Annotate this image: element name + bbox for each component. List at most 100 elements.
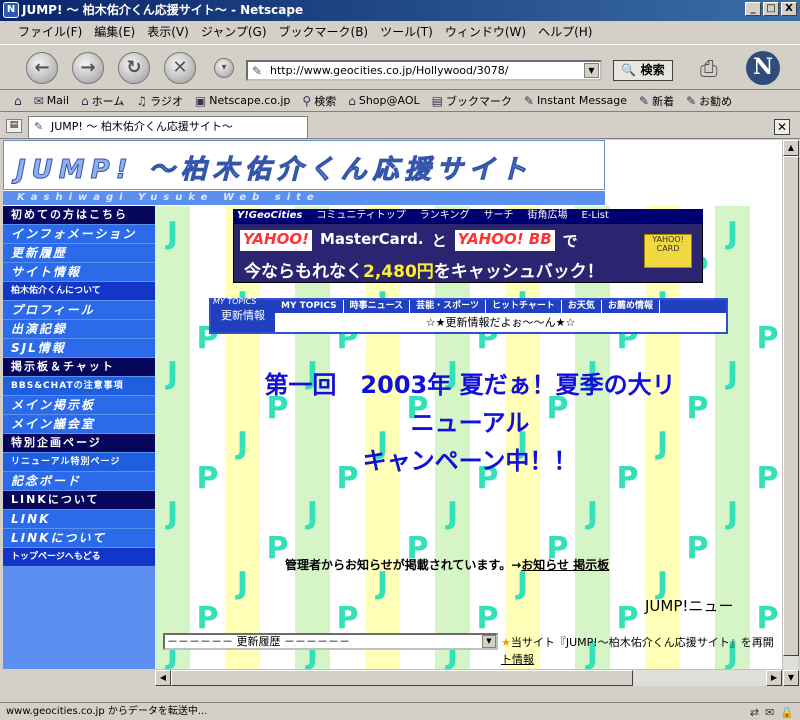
topics-tab[interactable]: ヒットチャート — [486, 300, 562, 313]
menu-file[interactable]: ファイル(F) — [12, 23, 88, 40]
menu-bookmarks[interactable]: ブックマーク(B) — [273, 23, 375, 40]
close-button[interactable]: X — [781, 2, 797, 16]
bookmark-label: ホーム — [91, 94, 125, 108]
menu-help[interactable]: ヘルプ(H) — [532, 23, 598, 40]
web-page: JUMP! 〜柏木佑介くん応援サイト Kashiwagi Yusuke Web … — [3, 140, 782, 669]
topics-tab[interactable]: MY TOPICS — [275, 300, 344, 313]
update-info-text: 当サイト『JUMP!〜柏木佑介くん応援サイト』を再開 — [510, 636, 774, 649]
mail-status-icon[interactable]: ✉ — [765, 704, 774, 720]
search-button[interactable]: 🔍 検索 — [613, 60, 673, 81]
topics-tab[interactable]: お天気 — [562, 300, 602, 313]
sidebar-item[interactable]: 出演記録 — [3, 320, 155, 338]
menu-view[interactable]: 表示(V) — [141, 23, 195, 40]
reload-button[interactable]: ↻ — [118, 52, 150, 84]
topics-tab[interactable]: 時事ニュース — [344, 300, 411, 313]
tab-current[interactable]: ✎ JUMP! 〜 柏木佑介くん応援サイト〜 — [28, 116, 308, 138]
sidebar-item[interactable]: LINK — [3, 510, 155, 528]
bookmark-mail[interactable]: ✉ Mail — [28, 94, 75, 108]
url-history-dropdown[interactable]: ▾ — [214, 58, 234, 78]
geocities-link[interactable]: E-List — [581, 209, 608, 223]
connection-icon[interactable]: ⇄ — [750, 704, 759, 720]
admin-notice: 管理者からお知らせが掲載されています。→お知らせ 掲示板 — [285, 556, 609, 573]
horizontal-scroll-thumb[interactable] — [171, 670, 633, 686]
bookmark-instant-message[interactable]: ✎ Instant Message — [518, 94, 633, 108]
netscape-logo[interactable]: N — [746, 51, 780, 85]
geocities-link[interactable]: ランキング — [420, 209, 470, 223]
bookmark-label: お勧め — [699, 94, 733, 108]
sidebar-item[interactable]: SJL情報 — [3, 339, 155, 357]
print-icon[interactable]: ⎙ — [700, 57, 718, 82]
new-tab-button[interactable]: ▤ — [6, 119, 22, 133]
geocities-link[interactable]: 街角広場 — [527, 209, 567, 223]
history-select[interactable]: －－－－－－ 更新履歴 －－－－－－ ▼ — [163, 633, 498, 650]
bookmark-radio[interactable]: ♫ ラジオ — [130, 93, 189, 109]
chevron-down-icon[interactable]: ▼ — [482, 635, 496, 648]
geocities-logo[interactable]: Y!GeoCities — [237, 209, 302, 223]
page-icon: ✎ — [34, 120, 44, 133]
bookmark-shop[interactable]: ⌂ Shop@AOL — [342, 94, 425, 108]
notice-board-link[interactable]: お知らせ 掲示板 — [521, 558, 609, 572]
ad-mastercard-text: MasterCard. — [319, 230, 424, 248]
security-lock-icon[interactable]: 🔒 — [780, 704, 794, 720]
sidebar-item[interactable]: サイト情報 — [3, 263, 155, 281]
sidebar-item[interactable]: トップページへもどる — [3, 548, 155, 566]
sidebar-item[interactable]: LINKについて — [3, 491, 155, 509]
ad-banner[interactable]: YAHOO! MasterCard. と YAHOO! BB で 今ならもれなく… — [233, 223, 703, 283]
sidebar-item[interactable]: 更新履歴 — [3, 244, 155, 262]
scroll-left-button[interactable]: ◀ — [155, 670, 171, 686]
menu-window[interactable]: ウィンドウ(W) — [439, 23, 532, 40]
scroll-up-button[interactable]: ▲ — [783, 140, 799, 156]
sidebar-item[interactable]: 柏木佑介くんについて — [3, 282, 155, 300]
geocities-link[interactable]: コミュニティトップ — [316, 209, 405, 223]
notice-text: 管理者からお知らせが掲載されています。→ — [285, 558, 522, 572]
topics-tab[interactable]: 芸能・スポーツ — [410, 300, 486, 313]
url-dropdown-button[interactable]: ▼ — [584, 63, 599, 78]
sidebar-item[interactable]: メイン議会室 — [3, 415, 155, 433]
bookmark-label: Mail — [46, 94, 70, 107]
topics-tab[interactable]: お薦め情報 — [602, 300, 660, 313]
sidebar-item[interactable]: リニューアル特別ページ — [3, 453, 155, 471]
sidebar-item[interactable]: 初めての方はこちら — [3, 206, 155, 224]
back-button[interactable]: ← — [26, 52, 58, 84]
forward-button[interactable]: → — [72, 52, 104, 84]
bookmark-home-tab[interactable]: ⌂ — [8, 94, 28, 108]
menu-go[interactable]: ジャンプ(G) — [195, 23, 273, 40]
vertical-scrollbar[interactable]: ▲ ▼ — [782, 140, 799, 686]
bookmark-new[interactable]: ✎ 新着 — [633, 93, 680, 109]
maximize-button[interactable]: □ — [763, 2, 779, 16]
vertical-scroll-thumb[interactable] — [783, 156, 799, 656]
background-letter: P — [336, 601, 359, 636]
menu-edit[interactable]: 編集(E) — [88, 23, 141, 40]
sidebar-item[interactable]: インフォメーション — [3, 225, 155, 243]
history-select-value: －－－－－－ 更新履歴 －－－－－－ — [167, 635, 350, 648]
horizontal-scrollbar[interactable]: ◀ ▶ — [155, 669, 782, 686]
site-info-link[interactable]: ト情報 — [501, 653, 534, 666]
scroll-down-button[interactable]: ▼ — [783, 670, 799, 686]
ad-yahoo-text: YAHOO! — [240, 230, 312, 251]
my-netscape-icon: ▣ — [194, 93, 207, 108]
bookmark-home[interactable]: ⌂ ホーム — [75, 93, 130, 109]
sidebar-item[interactable]: BBS&CHATの注意事項 — [3, 377, 155, 395]
bookmark-recommend[interactable]: ✎ お勧め — [680, 93, 738, 109]
radio-icon: ♫ — [136, 93, 148, 108]
bookmark-bookmarks[interactable]: ▤ ブックマーク — [426, 93, 518, 109]
bookmark-label: Shop@AOL — [358, 94, 420, 107]
sidebar-item[interactable]: メイン掲示板 — [3, 396, 155, 414]
sidebar-item[interactable]: 特別企画ページ — [3, 434, 155, 452]
bookmark-netscape[interactable]: ▣ Netscape.co.jp — [189, 94, 297, 108]
link-icon: ✎ — [523, 93, 535, 108]
stop-button[interactable]: ✕ — [164, 52, 196, 84]
reload-icon: ↻ — [126, 57, 142, 78]
sidebar-item[interactable]: プロフィール — [3, 301, 155, 319]
url-input[interactable]: ✎ http://www.geocities.co.jp/Hollywood/3… — [246, 60, 602, 81]
menu-tools[interactable]: ツール(T) — [374, 23, 439, 40]
sidebar-item[interactable]: 記念ボード — [3, 472, 155, 490]
sidebar-item[interactable]: LINKについて — [3, 529, 155, 547]
bookmark-search[interactable]: ⚲ 検索 — [296, 93, 342, 109]
close-tab-button[interactable]: ✕ — [774, 119, 790, 135]
scroll-right-button[interactable]: ▶ — [766, 670, 782, 686]
geocities-link[interactable]: サーチ — [483, 209, 513, 223]
background-letter: P — [196, 601, 219, 636]
minimize-button[interactable]: _ — [745, 2, 761, 16]
sidebar-item[interactable]: 掲示板＆チャット — [3, 358, 155, 376]
